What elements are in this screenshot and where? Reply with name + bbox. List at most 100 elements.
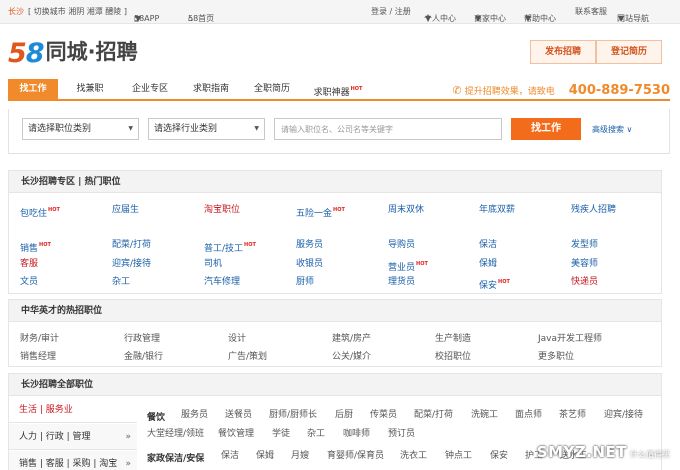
watermark-subtext: 什么值得买 [630,450,670,459]
subcategory-title: 家政保洁/安保 [147,454,205,464]
contact-service-link[interactable]: 联系客服 [575,7,607,17]
job-link[interactable]: 大堂经理/领班 [147,429,204,440]
job-link[interactable]: 月嫂 [291,451,309,462]
job-link[interactable]: 后厨 [335,410,353,421]
job-link[interactable]: 导购员 [388,240,415,251]
tab-part-time[interactable]: 找兼职 [60,79,120,101]
job-type-value: 请选择职位类别 [28,124,92,134]
tab-job-tool[interactable]: 求职神器HOT [302,79,374,101]
site-logo[interactable]: 58同城·招聘 [8,36,138,69]
job-link[interactable]: 保洁 [221,451,239,462]
job-link[interactable]: 洗衣工 [400,451,427,462]
chevron-right-icon: » [125,459,131,469]
watermark-text: SMYZ.NET [536,443,627,461]
job-link[interactable]: 迎宾/接待 [112,259,151,270]
job-link[interactable]: 理货员 [388,277,415,288]
job-link[interactable]: 发型师 [571,240,598,251]
job-link[interactable]: 销售HOT [20,240,51,255]
logo-brand-text: 同城·招聘 [45,40,138,64]
switch-city-link[interactable]: [ 切换城市 湘阴 湘潭 醴陵 ] [28,7,127,17]
job-link[interactable]: 厨师 [296,277,314,288]
job-link[interactable]: 保姆 [479,259,497,270]
job-link[interactable]: 茶艺师 [559,410,586,421]
elite-job-link[interactable]: 校招职位 [435,352,471,363]
elite-job-link[interactable]: 广告/策划 [228,352,267,363]
job-link[interactable]: 预订员 [388,429,415,440]
hot-tag[interactable]: 残疾人招聘 [571,205,616,216]
keyword-input[interactable] [274,118,502,140]
job-link[interactable]: 汽车修理 [204,277,240,288]
job-link[interactable]: 营业员HOT [388,259,428,274]
login-register-link[interactable]: 登录 / 注册 [371,7,411,17]
job-link[interactable]: 学徒 [272,429,290,440]
job-link-label: 保安 [479,281,498,291]
job-link[interactable]: 育婴师/保育员 [327,451,384,462]
hot-tag[interactable]: 五险一金HOT [296,205,345,220]
hot-tag[interactable]: 年底双薪 [479,205,515,216]
tab-job-guide[interactable]: 求职指南 [180,79,242,101]
job-link[interactable]: 杂工 [307,429,325,440]
register-resume-button[interactable]: 登记简历 [596,40,662,64]
category-hr-admin[interactable]: 人力 | 行政 | 管理 » [9,424,137,450]
job-link[interactable]: 服务员 [296,240,323,251]
hot-badge: HOT [416,261,428,267]
job-link[interactable]: 保洁 [479,240,497,251]
job-type-select[interactable]: 请选择职位类别 ▼ [22,118,139,140]
job-link[interactable]: 配菜/打荷 [112,240,151,251]
elite-job-link[interactable]: 建筑/房产 [332,334,371,345]
job-link[interactable]: 餐饮管理 [218,429,254,440]
hot-tag[interactable]: 包吃住HOT [20,205,60,220]
advanced-search-link[interactable]: 高级搜索 ∨ [592,124,632,135]
industry-value: 请选择行业类别 [154,124,218,134]
tab-enterprise[interactable]: 企业专区 [120,79,180,101]
category-life-service[interactable]: 生活 | 服务业 [9,397,137,423]
job-link[interactable]: 面点师 [515,410,542,421]
job-link[interactable]: 美容师 [571,259,598,270]
job-link[interactable]: 保姆 [256,451,274,462]
hot-tag[interactable]: 周末双休 [388,205,424,216]
job-link[interactable]: 洗碗工 [471,410,498,421]
job-link[interactable]: 咖啡师 [343,429,370,440]
job-link[interactable]: 文员 [20,277,38,288]
job-link[interactable]: 钟点工 [445,451,472,462]
job-link[interactable]: 迎宾/接待 [604,410,643,421]
search-button[interactable]: 找工作 [511,118,581,140]
elite-job-link[interactable]: 销售经理 [20,352,56,363]
elite-job-link[interactable]: 财务/审计 [20,334,59,345]
job-link[interactable]: 厨师/厨师长 [269,410,317,421]
job-link[interactable]: 快递员 [571,277,598,288]
publish-job-button[interactable]: 发布招聘 [530,40,596,64]
job-link[interactable]: 客服 [20,259,38,270]
job-link[interactable]: 普工/技工HOT [204,240,256,255]
chevron-down-icon: ∨ [626,125,633,134]
tab-find-job[interactable]: 找工作 [8,79,58,101]
logo-digit-8: 8 [25,38,45,69]
hot-tag[interactable]: 应届生 [112,205,139,216]
job-link[interactable]: 配菜/打荷 [414,410,453,421]
job-link[interactable]: 司机 [204,259,222,270]
industry-select[interactable]: 请选择行业类别 ▼ [148,118,265,140]
hot-badge: HOT [48,207,60,213]
elite-job-link[interactable]: 更多职位 [538,352,574,363]
job-link[interactable]: 保安HOT [479,277,510,292]
job-link[interactable]: 保安 [490,451,508,462]
elite-job-link[interactable]: 公关/媒介 [332,352,371,363]
job-link[interactable]: 收银员 [296,259,323,270]
hot-jobs-panel: 长沙招聘专区 | 热门职位 [8,170,662,294]
hot-tag[interactable]: 淘宝职位 [204,205,240,216]
elite-job-link[interactable]: 行政管理 [124,334,160,345]
tab-fulltime-resume[interactable]: 全职简历 [242,79,302,101]
elite-job-link[interactable]: 生产制造 [435,334,471,345]
job-link[interactable]: 杂工 [112,277,130,288]
job-link[interactable]: 送餐员 [225,410,252,421]
job-link[interactable]: 传菜员 [370,410,397,421]
elite-job-link[interactable]: 金融/银行 [124,352,163,363]
job-link-label: 普工/技工 [204,244,244,254]
elite-job-link[interactable]: 设计 [228,334,246,345]
job-link[interactable]: 服务员 [181,410,208,421]
elite-jobs-title: 中华英才的热招职位 [9,300,661,322]
current-city[interactable]: 长沙 [8,7,24,17]
promo-banner: ✆ 提升招聘效果，请致电 400-889-7530 [453,83,670,98]
category-sales-service[interactable]: 销售 | 客服 | 采购 | 淘宝 » [9,451,137,470]
elite-job-link[interactable]: Java开发工程师 [538,334,602,345]
